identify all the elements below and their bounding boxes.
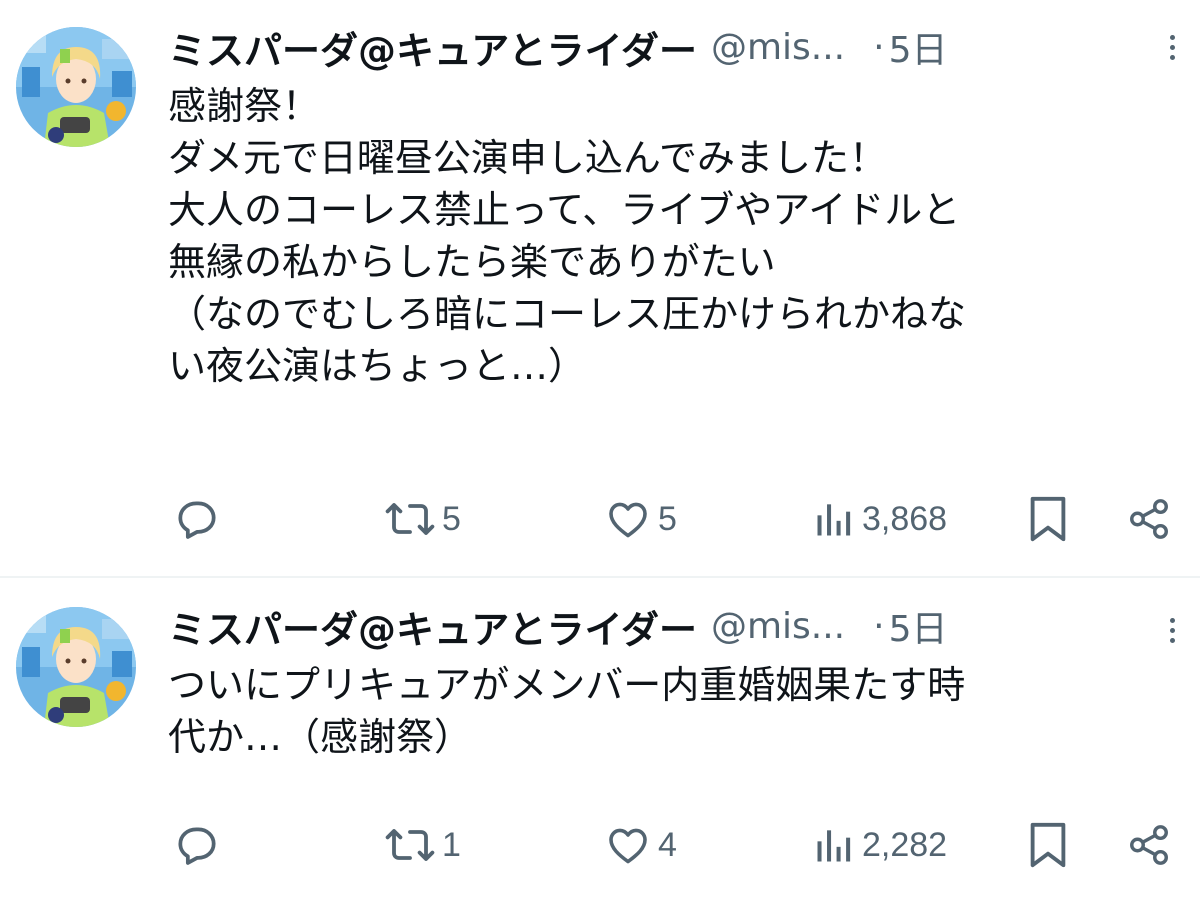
tweet-text: 感謝祭！ ダメ元で日曜昼公演申し込んでみました！ 大人のコーレス禁止って、ライブ… [168, 80, 1183, 392]
avatar[interactable] [16, 27, 136, 147]
speech-bubble-icon [178, 827, 216, 865]
tweet[interactable]: ミスパーダ@キュアとライダー @mis... · 5日 感謝祭！ ダメ元で日曜昼… [0, 0, 1200, 576]
views-button[interactable]: 2,282 [812, 815, 947, 875]
tweet-text-line: （なのでむしろ暗にコーレス圧かけられかねな [168, 292, 967, 336]
tweet-text-line: い夜公演はちょっと…） [168, 344, 587, 388]
views-count: 2,282 [862, 825, 948, 864]
like-button[interactable]: 4 [604, 815, 677, 875]
retweet-count: 5 [442, 499, 461, 538]
author-handle[interactable]: @mis... [711, 27, 845, 68]
bookmark-icon [1030, 822, 1066, 868]
separator-dot: · [873, 605, 885, 647]
tweet-text-line: ついにプリキュアがメンバー内重婚姻果たす時 [168, 663, 966, 707]
share-nodes-icon [1130, 825, 1168, 865]
share-button[interactable] [1126, 815, 1172, 875]
like-button[interactable]: 5 [604, 489, 677, 549]
tweet-header: ミスパーダ@キュアとライダー @mis... · 5日 [168, 599, 948, 654]
reply-button[interactable] [172, 815, 222, 875]
author-handle[interactable]: @mis... [711, 606, 845, 647]
retweet-arrows-icon [385, 829, 435, 861]
more-options-icon[interactable] [1160, 610, 1184, 650]
timestamp[interactable]: 5日 [889, 21, 948, 73]
bookmark-button[interactable] [1026, 489, 1070, 549]
tweet-text-line: 感謝祭！ [168, 84, 321, 128]
retweet-button[interactable]: 1 [384, 815, 461, 875]
bookmark-button[interactable] [1026, 815, 1070, 875]
heart-outline-icon [609, 502, 647, 538]
tweet-text-line: 代か…（感謝祭） [168, 715, 473, 759]
separator-dot: · [873, 26, 885, 68]
share-button[interactable] [1126, 489, 1172, 549]
retweet-button[interactable]: 5 [384, 489, 461, 549]
action-bar: 1 4 2,282 [0, 815, 1200, 875]
retweet-arrows-icon [385, 503, 435, 535]
like-count: 4 [658, 825, 677, 864]
tweet[interactable]: ミスパーダ@キュアとライダー @mis... · 5日 ついにプリキュアがメンバ… [0, 578, 1200, 908]
bar-chart-icon [817, 504, 851, 536]
views-count: 3,868 [862, 499, 948, 538]
share-nodes-icon [1130, 499, 1168, 539]
tweet-text-line: 無縁の私からしたら楽でありがたい [168, 240, 776, 284]
retweet-count: 1 [442, 825, 461, 864]
speech-bubble-icon [178, 501, 216, 539]
bookmark-icon [1030, 496, 1066, 542]
more-options-icon[interactable] [1160, 27, 1184, 67]
bar-chart-icon [817, 830, 851, 862]
views-button[interactable]: 3,868 [812, 489, 947, 549]
author-name[interactable]: ミスパーダ@キュアとライダー [168, 20, 697, 75]
avatar[interactable] [16, 607, 136, 727]
action-bar: 5 5 3,868 [0, 489, 1200, 549]
like-count: 5 [658, 499, 677, 538]
author-name[interactable]: ミスパーダ@キュアとライダー [168, 599, 697, 654]
tweet-text-line: ダメ元で日曜昼公演申し込んでみました！ [168, 136, 887, 180]
tweet-text: ついにプリキュアがメンバー内重婚姻果たす時 代か…（感謝祭） [168, 659, 1183, 763]
tweet-text-line: 大人のコーレス禁止って、ライブやアイドルと [168, 188, 961, 232]
timestamp[interactable]: 5日 [889, 600, 948, 652]
tweet-header: ミスパーダ@キュアとライダー @mis... · 5日 [168, 20, 948, 75]
heart-outline-icon [609, 828, 647, 864]
reply-button[interactable] [172, 489, 222, 549]
